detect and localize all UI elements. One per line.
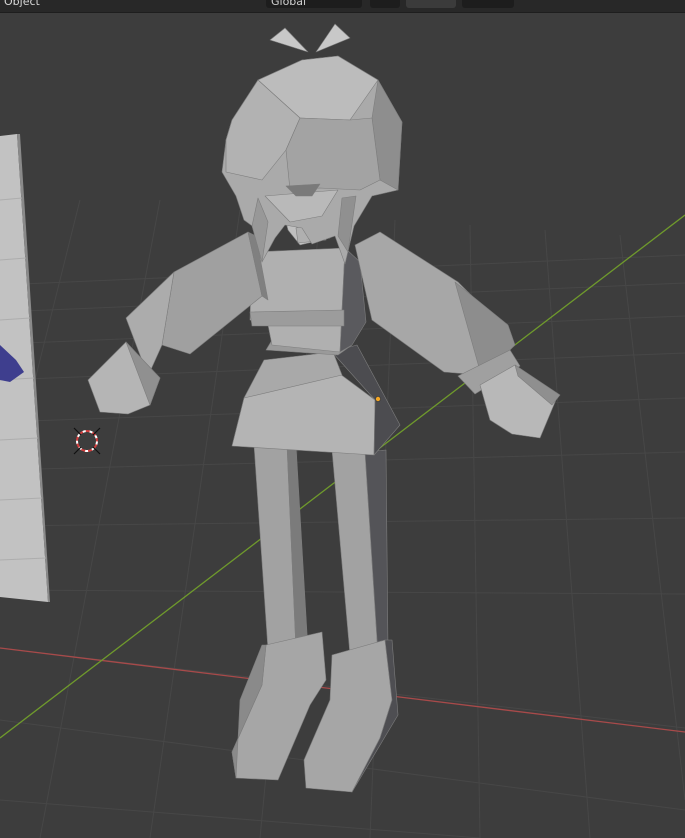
snap-icon[interactable] bbox=[370, 0, 400, 8]
transform-orientation-label: Global bbox=[271, 0, 307, 8]
viewport-header: Object Global bbox=[0, 0, 685, 13]
object-mode-label[interactable]: Object bbox=[4, 0, 40, 8]
3d-cursor-icon[interactable] bbox=[73, 427, 101, 455]
overlay-icon[interactable] bbox=[462, 0, 514, 8]
character-model[interactable] bbox=[87, 23, 561, 793]
reference-plane[interactable] bbox=[0, 134, 50, 602]
3d-viewport[interactable]: Object Global bbox=[0, 0, 685, 838]
hair-bow bbox=[269, 27, 309, 53]
left-arm bbox=[161, 231, 263, 355]
proportional-edit-icon[interactable] bbox=[406, 0, 456, 8]
object-origin-dot bbox=[374, 395, 381, 402]
viewport-scene bbox=[0, 23, 685, 838]
